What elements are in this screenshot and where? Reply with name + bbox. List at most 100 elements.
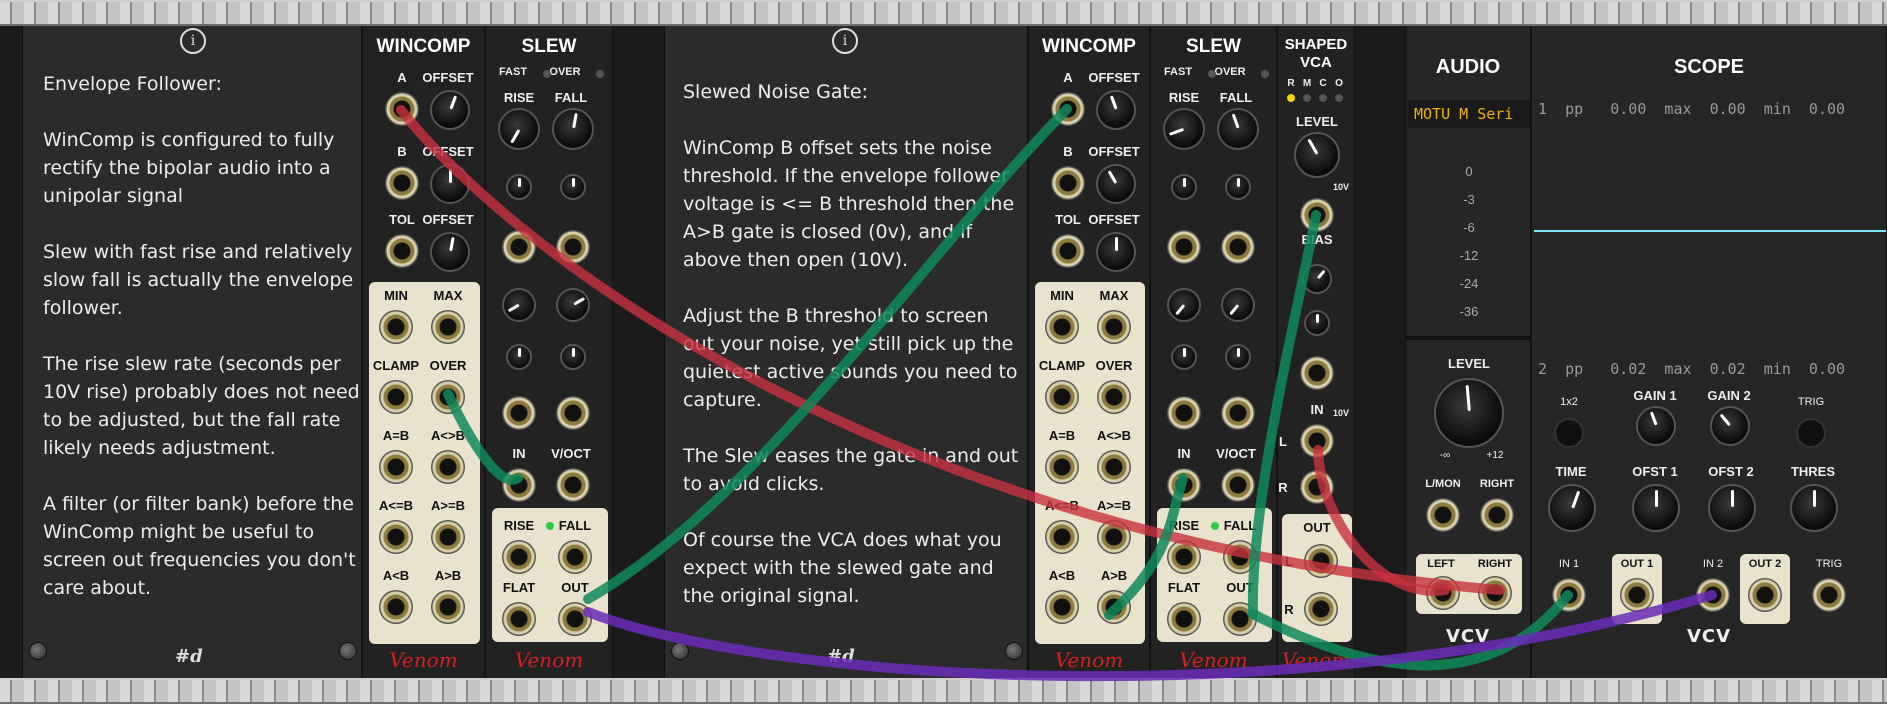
fall-cv-knob[interactable] — [1225, 174, 1251, 200]
offset-b-knob[interactable] — [430, 164, 470, 204]
rise-cv-jack[interactable] — [502, 230, 536, 264]
over-output-jack[interactable] — [1097, 380, 1131, 414]
fall-shape-knob[interactable] — [556, 288, 590, 322]
level-knob[interactable] — [1294, 132, 1340, 178]
thres-knob[interactable] — [1790, 484, 1838, 532]
over-output-jack[interactable] — [431, 380, 465, 414]
a-lt-b-output-jack[interactable] — [1045, 590, 1079, 624]
scope-trig-jack[interactable] — [1812, 578, 1846, 612]
a-ne-b-output-jack[interactable] — [431, 450, 465, 484]
rise-shape-cv-knob[interactable] — [506, 344, 532, 370]
mode-o-led[interactable] — [1335, 94, 1343, 102]
scope-in-2-jack[interactable] — [1696, 578, 1730, 612]
rise-shape-cv-jack[interactable] — [1167, 396, 1201, 430]
rise-shape-cv-jack[interactable] — [502, 396, 536, 430]
a-ge-b-output-jack[interactable] — [431, 520, 465, 554]
fall-cv-jack[interactable] — [556, 230, 590, 264]
tol-input-jack[interactable] — [1051, 234, 1085, 268]
a-ne-b-output-jack[interactable] — [1097, 450, 1131, 484]
offset-a-knob[interactable] — [430, 90, 470, 130]
audio-in-right-jack[interactable] — [1480, 498, 1514, 532]
ofst-2-knob[interactable] — [1708, 484, 1756, 532]
b-input-jack[interactable] — [1051, 166, 1085, 200]
offset-a-knob[interactable] — [1096, 90, 1136, 130]
min-output-jack[interactable] — [379, 310, 413, 344]
a-eq-b-output-jack[interactable] — [379, 450, 413, 484]
rise-knob[interactable] — [1163, 108, 1205, 150]
a-input-jack[interactable] — [385, 92, 419, 126]
rise-cv-knob[interactable] — [506, 174, 532, 200]
rise-shape-knob[interactable] — [502, 288, 536, 322]
audio-out-left-jack[interactable] — [1426, 576, 1460, 610]
fall-cv-jack[interactable] — [1221, 230, 1255, 264]
fall-shape-cv-knob[interactable] — [1225, 344, 1251, 370]
offset-tol-knob[interactable] — [1096, 232, 1136, 272]
level-cv-jack[interactable] — [1300, 198, 1334, 232]
scope-out-2-jack[interactable] — [1748, 578, 1782, 612]
gain-2-knob[interactable] — [1710, 406, 1750, 446]
a-input-jack[interactable] — [1051, 92, 1085, 126]
gain-1-knob[interactable] — [1636, 406, 1676, 446]
audio-device-display[interactable]: MOTU M Seri — [1408, 100, 1530, 128]
max-output-jack[interactable] — [431, 310, 465, 344]
fall-shape-cv-knob[interactable] — [560, 344, 586, 370]
fall-knob[interactable] — [552, 108, 594, 150]
fall-knob[interactable] — [1217, 108, 1259, 150]
mode-c-led[interactable] — [1319, 94, 1327, 102]
out-left-jack[interactable] — [1304, 544, 1338, 578]
fall-shape-knob[interactable] — [1221, 288, 1255, 322]
fall-gate-jack[interactable] — [558, 540, 592, 574]
a-ge-b-output-jack[interactable] — [1097, 520, 1131, 554]
voct-jack[interactable] — [556, 468, 590, 502]
rise-gate-jack[interactable] — [502, 540, 536, 574]
max-output-jack[interactable] — [1097, 310, 1131, 344]
a-gt-b-output-jack[interactable] — [1097, 590, 1131, 624]
bias-cv-knob[interactable] — [1304, 310, 1330, 336]
clamp-output-jack[interactable] — [379, 380, 413, 414]
info-icon[interactable]: i — [180, 28, 206, 54]
fall-shape-cv-jack[interactable] — [1221, 396, 1255, 430]
ofst-1-knob[interactable] — [1632, 484, 1680, 532]
mode-r-led[interactable] — [1287, 94, 1295, 102]
slew-out-jack[interactable] — [558, 602, 592, 636]
scope-out-1-jack[interactable] — [1620, 578, 1654, 612]
rise-shape-knob[interactable] — [1167, 288, 1201, 322]
fall-shape-cv-jack[interactable] — [556, 396, 590, 430]
a-lt-b-output-jack[interactable] — [379, 590, 413, 624]
out-right-jack[interactable] — [1304, 592, 1338, 626]
audio-in-left-jack[interactable] — [1426, 498, 1460, 532]
bias-cv-jack[interactable] — [1300, 356, 1334, 390]
a-le-b-output-jack[interactable] — [379, 520, 413, 554]
flat-gate-jack[interactable] — [502, 602, 536, 636]
rise-cv-knob[interactable] — [1171, 174, 1197, 200]
min-output-jack[interactable] — [1045, 310, 1079, 344]
clamp-output-jack[interactable] — [1045, 380, 1079, 414]
bias-knob[interactable] — [1302, 264, 1332, 294]
time-knob[interactable] — [1548, 484, 1596, 532]
a-le-b-output-jack[interactable] — [1045, 520, 1079, 554]
rise-gate-jack[interactable] — [1167, 540, 1201, 574]
1x2-button[interactable] — [1554, 418, 1584, 448]
fall-gate-jack[interactable] — [1223, 540, 1257, 574]
audio-level-knob[interactable] — [1434, 378, 1504, 448]
offset-tol-knob[interactable] — [430, 232, 470, 272]
slew-in-jack[interactable] — [1167, 468, 1201, 502]
fall-cv-knob[interactable] — [560, 174, 586, 200]
in-left-jack[interactable] — [1300, 424, 1334, 458]
audio-out-right-jack[interactable] — [1478, 576, 1512, 610]
rise-knob[interactable] — [498, 108, 540, 150]
slew-out-jack[interactable] — [1223, 602, 1257, 636]
in-right-jack[interactable] — [1300, 470, 1334, 504]
b-input-jack[interactable] — [385, 166, 419, 200]
trig-button[interactable] — [1796, 418, 1826, 448]
rise-cv-jack[interactable] — [1167, 230, 1201, 264]
a-gt-b-output-jack[interactable] — [431, 590, 465, 624]
slew-in-jack[interactable] — [502, 468, 536, 502]
a-eq-b-output-jack[interactable] — [1045, 450, 1079, 484]
rise-shape-cv-knob[interactable] — [1171, 344, 1197, 370]
offset-b-knob[interactable] — [1096, 164, 1136, 204]
info-icon[interactable]: i — [832, 28, 858, 54]
scope-in-1-jack[interactable] — [1552, 578, 1586, 612]
mode-m-led[interactable] — [1303, 94, 1311, 102]
flat-gate-jack[interactable] — [1167, 602, 1201, 636]
